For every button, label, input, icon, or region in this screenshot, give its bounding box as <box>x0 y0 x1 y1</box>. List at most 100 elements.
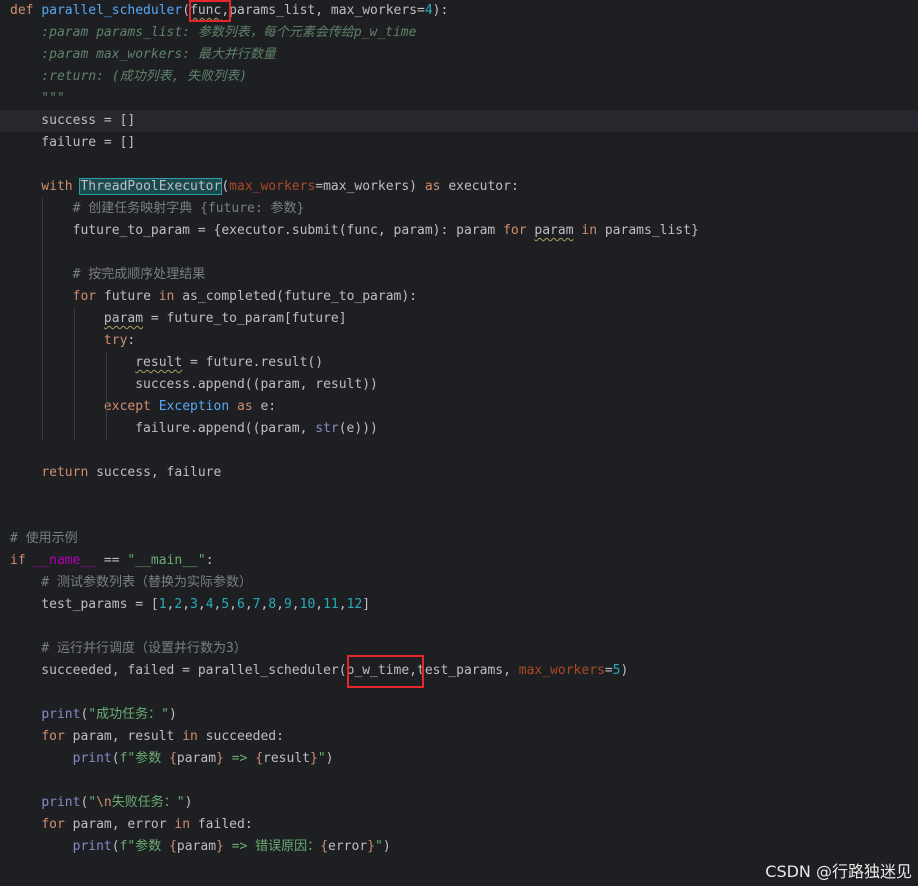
code-text: try: <box>10 330 135 352</box>
code-line[interactable]: def parallel_scheduler(func,params_list,… <box>0 0 918 22</box>
code-line[interactable]: with ThreadPoolExecutor(max_workers=max_… <box>0 176 918 198</box>
code-editor[interactable]: print(f"参数 {param} => 错误原因：{error}") for… <box>0 0 918 886</box>
code-line[interactable] <box>0 242 918 264</box>
code-token: ( <box>111 751 120 766</box>
code-token: == <box>96 553 128 568</box>
code-line[interactable]: :param max_workers: 最大并行数量 <box>0 44 918 66</box>
code-token: as <box>424 179 441 194</box>
code-line[interactable] <box>0 484 918 506</box>
code-token: error <box>328 839 368 854</box>
code-line[interactable]: :param params_list: 参数列表，每个元素会传给p_w_time <box>0 22 918 44</box>
code-line[interactable]: if __name__ == "__main__": <box>0 550 918 572</box>
code-token: print <box>41 795 81 810</box>
code-text: for param, error in failed: <box>10 814 252 836</box>
code-line[interactable]: print(f"参数 {param} => {result}") <box>0 748 918 770</box>
code-line[interactable] <box>0 154 918 176</box>
code-token: # 测试参数列表（替换为实际参数） <box>10 575 252 590</box>
code-text: """ <box>10 88 65 110</box>
code-text: if __name__ == "__main__": <box>10 550 214 572</box>
code-line[interactable]: success = [] <box>0 110 918 132</box>
code-token: failure = [] <box>10 135 136 150</box>
code-text: for future in as_completed(future_to_par… <box>10 286 417 308</box>
code-line[interactable] <box>0 770 918 792</box>
code-line[interactable]: succeeded, failed = parallel_scheduler(p… <box>0 660 918 682</box>
code-line[interactable]: future_to_param = {executor.submit(func,… <box>0 220 918 242</box>
code-line[interactable] <box>0 682 918 704</box>
code-token: param <box>176 839 217 854</box>
code-token: max_workers <box>518 663 605 678</box>
code-line[interactable]: print("\n失败任务：") <box>0 792 918 814</box>
code-line[interactable] <box>0 506 918 528</box>
code-token: ( <box>111 839 120 854</box>
code-text: print(f"参数 {param} => 错误原因：{error}") <box>10 836 391 858</box>
code-line[interactable]: :return: (成功列表, 失败列表) <box>0 66 918 88</box>
code-text: # 创建任务映射字典 {future: 参数} <box>10 198 305 220</box>
code-line[interactable]: for param, result in succeeded: <box>0 726 918 748</box>
code-token: # 创建任务映射字典 {future: 参数} <box>10 201 305 216</box>
code-token: , <box>338 597 347 612</box>
code-token: " <box>88 795 97 810</box>
code-line[interactable]: # 使用示例 <box>0 528 918 550</box>
code-token: param <box>103 311 144 326</box>
code-line[interactable]: # 运行并行调度（设置并行数为3） <box>0 638 918 660</box>
code-text: failure.append((param, str(e))) <box>10 418 378 440</box>
code-token: => <box>223 751 256 766</box>
code-line[interactable]: # 按完成顺序处理结果 <box>0 264 918 286</box>
code-line[interactable]: except Exception as e: <box>0 396 918 418</box>
code-token: 4 <box>205 597 214 612</box>
code-token: { <box>320 839 329 854</box>
code-line[interactable]: return success, failure <box>0 462 918 484</box>
code-token: , <box>244 597 253 612</box>
code-line[interactable]: try: <box>0 330 918 352</box>
code-line[interactable]: # 创建任务映射字典 {future: 参数} <box>0 198 918 220</box>
code-line[interactable]: print("成功任务：") <box>0 704 918 726</box>
code-line[interactable]: failure = [] <box>0 132 918 154</box>
code-line[interactable] <box>0 616 918 638</box>
code-text: :return: (成功列表, 失败列表) <box>10 66 247 88</box>
code-token: } <box>216 751 224 766</box>
code-line[interactable]: success.append((param, result)) <box>0 374 918 396</box>
code-line[interactable]: print(f"参数 {param} => 错误原因：{error}") <box>0 836 918 858</box>
code-line[interactable]: result = future.result() <box>0 352 918 374</box>
code-text: result = future.result() <box>10 352 323 374</box>
code-token: } <box>309 751 318 766</box>
code-text: with ThreadPoolExecutor(max_workers=max_… <box>10 176 519 198</box>
code-line[interactable]: failure.append((param, str(e))) <box>0 418 918 440</box>
code-token: in <box>182 729 198 744</box>
code-token: f"参数 <box>119 839 170 854</box>
code-line[interactable]: param = future_to_param[future] <box>0 308 918 330</box>
code-token: : <box>127 333 136 348</box>
code-token: future_to_param = {executor.submit(func,… <box>10 223 504 238</box>
code-token: f"参数 <box>119 751 170 766</box>
code-token: # 使用示例 <box>10 531 78 546</box>
code-token: , <box>197 597 206 612</box>
code-token: , <box>276 597 284 612</box>
code-token: Exception <box>158 399 230 414</box>
code-token: future <box>96 289 159 304</box>
code-token: succeeded, failed = parallel_scheduler( <box>10 663 347 678</box>
code-token: = future_to_param[future] <box>143 311 347 326</box>
code-token: for <box>72 289 97 304</box>
code-text: future_to_param = {executor.submit(func,… <box>10 220 699 242</box>
code-text: test_params = [1,2,3,4,5,6,7,8,9,10,11,1… <box>10 594 370 616</box>
code-line[interactable] <box>0 440 918 462</box>
code-line[interactable]: for param, error in failed: <box>0 814 918 836</box>
code-token: = <box>604 663 613 678</box>
code-token: if <box>10 553 26 568</box>
code-token: : <box>205 553 214 568</box>
code-token: # 按完成顺序处理结果 <box>10 267 206 282</box>
code-token: { <box>255 751 264 766</box>
code-token: param, error <box>64 817 175 832</box>
code-line[interactable]: test_params = [1,2,3,4,5,6,7,8,9,10,11,1… <box>0 594 918 616</box>
code-line[interactable]: for future in as_completed(future_to_par… <box>0 286 918 308</box>
code-token: return <box>41 465 89 480</box>
code-text: print(f"参数 {param} => {result}") <box>10 748 334 770</box>
code-line[interactable]: # 测试参数列表（替换为实际参数） <box>0 572 918 594</box>
code-token: { <box>169 751 177 766</box>
code-line[interactable]: """ <box>0 88 918 110</box>
code-text: param = future_to_param[future] <box>10 308 347 330</box>
code-token: str <box>315 421 339 436</box>
